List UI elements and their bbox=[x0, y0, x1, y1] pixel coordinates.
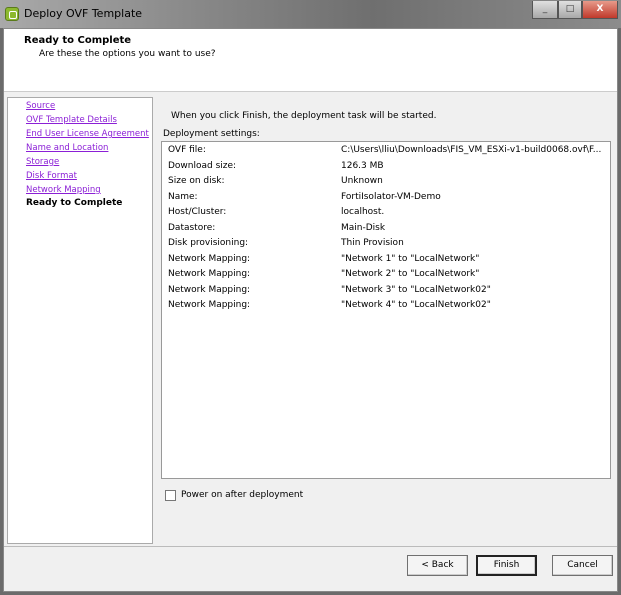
nav-step-storage[interactable]: Storage bbox=[26, 157, 59, 167]
divider bbox=[4, 546, 617, 547]
title-bar: Deploy OVF Template _ □ X bbox=[0, 0, 621, 28]
setting-value: "Network 3" to "LocalNetwork02" bbox=[341, 284, 491, 295]
settings-row: Host/Cluster: localhost. bbox=[168, 207, 608, 221]
settings-row: Name: FortiIsolator-VM-Demo bbox=[168, 192, 608, 206]
wizard-header: Ready to Complete Are these the options … bbox=[4, 29, 617, 92]
page-title: Ready to Complete bbox=[24, 35, 132, 46]
settings-row: OVF file: C:\Users\lliu\Downloads\FIS_VM_… bbox=[168, 145, 608, 159]
maximize-button[interactable]: □ bbox=[558, 1, 582, 19]
setting-value: 126.3 MB bbox=[341, 160, 384, 171]
settings-label: Deployment settings: bbox=[163, 129, 260, 139]
settings-row: Datastore: Main-Disk bbox=[168, 223, 608, 237]
dialog-body: Ready to Complete Are these the options … bbox=[3, 28, 618, 592]
cancel-button[interactable]: Cancel bbox=[552, 555, 613, 576]
setting-key: Host/Cluster: bbox=[168, 207, 227, 217]
setting-value: FortiIsolator-VM-Demo bbox=[341, 191, 441, 202]
power-on-checkbox[interactable] bbox=[165, 490, 176, 501]
nav-step-source[interactable]: Source bbox=[26, 101, 55, 111]
setting-value: "Network 4" to "LocalNetwork02" bbox=[341, 300, 491, 310]
setting-value: "Network 1" to "LocalNetwork" bbox=[341, 253, 480, 264]
setting-value: Thin Provision bbox=[341, 238, 404, 248]
finish-button[interactable]: Finish bbox=[476, 555, 537, 576]
settings-row: Network Mapping: "Network 2" to "LocalNet… bbox=[168, 269, 608, 283]
nav-step-disk-format[interactable]: Disk Format bbox=[26, 171, 77, 181]
wizard-steps-nav: Source OVF Template Details End User Lic… bbox=[7, 97, 153, 544]
settings-row: Size on disk: Unknown bbox=[168, 176, 608, 190]
setting-key: Network Mapping: bbox=[168, 284, 251, 295]
nav-step-ovf-template-details[interactable]: OVF Template Details bbox=[26, 115, 117, 125]
nav-step-eula[interactable]: End User License Agreement bbox=[26, 129, 149, 139]
settings-list: OVF file: C:\Users\lliu\Downloads\FIS_VM_… bbox=[161, 141, 611, 479]
setting-value: Unknown bbox=[341, 176, 383, 186]
nav-step-network-mapping[interactable]: Network Mapping bbox=[26, 185, 101, 195]
close-button[interactable]: X bbox=[582, 1, 618, 19]
settings-row: Network Mapping: "Network 1" to "LocalNet… bbox=[168, 254, 608, 268]
setting-value: Main-Disk bbox=[341, 222, 386, 233]
intro-text: When you click Finish, the deployment ta… bbox=[171, 111, 437, 121]
settings-row: Download size: 126.3 MB bbox=[168, 161, 608, 175]
nav-step-name-location[interactable]: Name and Location bbox=[26, 143, 108, 153]
page-subtitle: Are these the options you want to use? bbox=[39, 49, 216, 59]
setting-key: Name: bbox=[168, 191, 198, 202]
setting-key: Network Mapping: bbox=[168, 300, 251, 310]
setting-key: Download size: bbox=[168, 160, 237, 171]
setting-value: localhost. bbox=[341, 207, 385, 217]
setting-key: Size on disk: bbox=[168, 176, 225, 186]
vsphere-app-icon bbox=[5, 7, 19, 21]
setting-key: Disk provisioning: bbox=[168, 238, 249, 248]
minimize-button[interactable]: _ bbox=[532, 1, 558, 19]
setting-key: Network Mapping: bbox=[168, 269, 251, 279]
nav-step-current: Ready to Complete bbox=[26, 198, 123, 208]
settings-row: Network Mapping: "Network 3" to "LocalNet… bbox=[168, 285, 608, 299]
setting-key: OVF file: bbox=[168, 145, 206, 155]
setting-value: "Network 2" to "LocalNetwork" bbox=[341, 269, 480, 279]
back-button[interactable]: < Back bbox=[407, 555, 468, 576]
settings-row: Network Mapping: "Network 4" to "LocalNet… bbox=[168, 300, 608, 314]
setting-value: C:\Users\lliu\Downloads\FIS_VM_ESXi-v1-b… bbox=[341, 145, 602, 155]
setting-key: Network Mapping: bbox=[168, 253, 251, 264]
window-title: Deploy OVF Template bbox=[24, 7, 143, 20]
power-on-label[interactable]: Power on after deployment bbox=[181, 490, 303, 500]
settings-row: Disk provisioning: Thin Provision bbox=[168, 238, 608, 252]
setting-key: Datastore: bbox=[168, 222, 216, 233]
